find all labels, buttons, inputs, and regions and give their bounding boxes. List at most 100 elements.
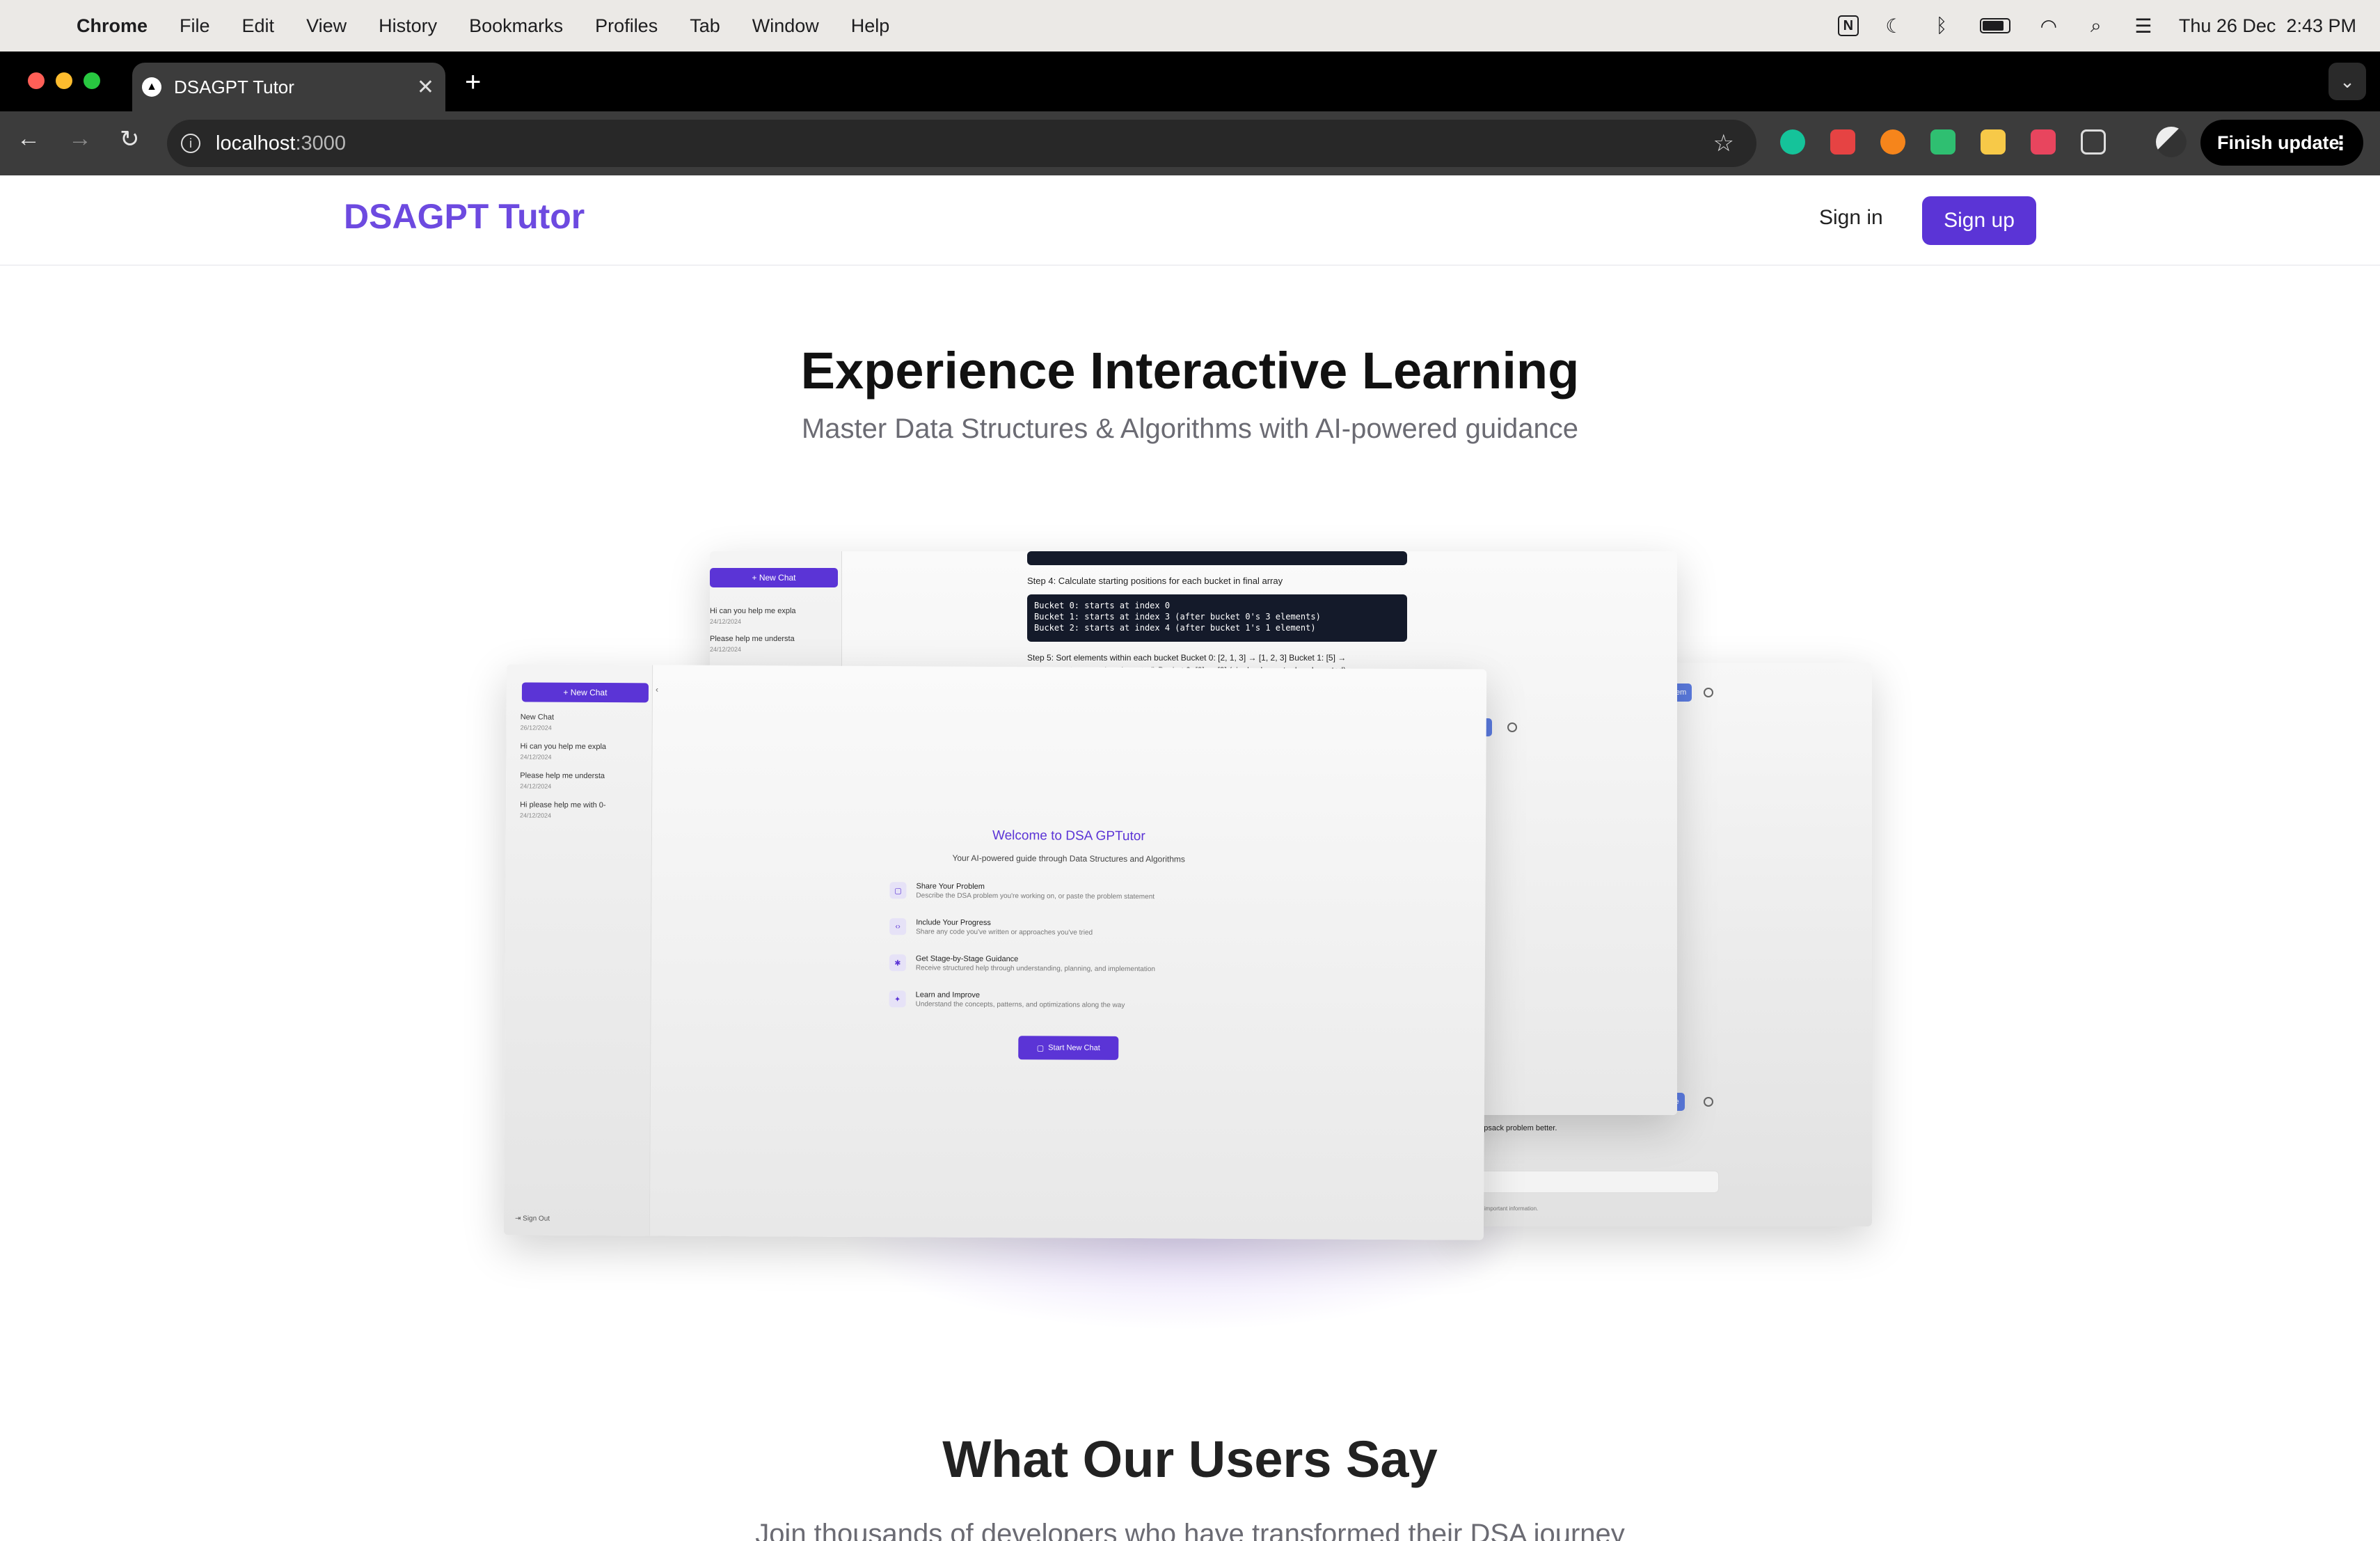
tab-close-icon[interactable]: ✕ <box>417 75 434 100</box>
preview-chat-date: 24/12/2024 <box>710 618 742 625</box>
new-tab-icon[interactable]: + <box>465 67 481 98</box>
preview-sign-out: ⇥ Sign Out <box>514 1215 550 1223</box>
extension-pink-icon[interactable] <box>2031 129 2056 155</box>
code-icon: ‹› <box>889 918 907 935</box>
menu-app-chrome[interactable]: Chrome <box>77 15 148 37</box>
extensions-puzzle-icon[interactable] <box>2081 129 2106 155</box>
more-vert-icon: ⋮ <box>2331 132 2351 154</box>
bluetooth-icon[interactable]: ᛒ <box>1930 14 1953 38</box>
step5-line: Step 5: Sort elements within each bucket… <box>1027 653 1347 663</box>
preview-new-chat-button: + New Chat <box>710 568 838 587</box>
preview-user-icon <box>1704 1097 1713 1107</box>
hero-subtitle: Master Data Structures & Algorithms with… <box>801 413 1579 444</box>
extension-green-icon[interactable] <box>1930 129 1955 155</box>
preview-chat-date: 24/12/2024 <box>520 782 552 790</box>
bookmark-star-icon[interactable]: ☆ <box>1713 129 1734 157</box>
grammarly-extension-icon[interactable] <box>1780 129 1805 155</box>
moon-icon[interactable]: ☾ <box>1882 14 1906 38</box>
preview-chat-date: 24/12/2024 <box>519 812 552 819</box>
testimonials-subtitle: Join thousands of developers who have tr… <box>755 1519 1625 1541</box>
preview-input <box>1475 1171 1719 1193</box>
menu-profiles[interactable]: Profiles <box>595 15 658 37</box>
preview-chat-item: New Chat <box>520 713 555 722</box>
menu-history[interactable]: History <box>379 15 437 37</box>
finish-update-button[interactable]: Finish update ⋮ <box>2200 120 2363 166</box>
window-close-button[interactable] <box>28 72 45 89</box>
finish-update-label: Finish update <box>2217 132 2340 153</box>
address-url[interactable]: localhost:3000 <box>216 132 346 155</box>
tab-search-chevron-icon[interactable]: ⌄ <box>2329 63 2366 100</box>
feature-desc: Describe the DSA problem you're working … <box>916 892 1155 901</box>
preview-chat-item: Please help me understa <box>520 771 605 781</box>
preview-chat-date: 24/12/2024 <box>710 646 742 653</box>
brand-logo[interactable]: DSAGPT Tutor <box>344 196 585 237</box>
window-zoom-button[interactable] <box>84 72 100 89</box>
preview-new-chat-button: + New Chat <box>521 682 649 703</box>
preview-step4-text: Step 4: Calculate starting positions for… <box>1027 576 1283 586</box>
preview-welcome-subtitle: Your AI-powered guide through Data Struc… <box>952 853 1185 864</box>
start-chat-label: Start New Chat <box>1048 1043 1100 1052</box>
menubar-clock[interactable]: Thu 26 Dec 2:43 PM <box>2179 15 2356 37</box>
code-line: Bucket 0: starts at index 0 <box>1034 601 1171 610</box>
tab-title: DSAGPT Tutor <box>174 76 294 97</box>
feature-title: Share Your Problem <box>916 882 985 891</box>
sparkles-icon: ✦ <box>889 990 906 1008</box>
profile-avatar[interactable] <box>2156 127 2187 157</box>
macos-menubar: Chrome File Edit View History Bookmarks … <box>0 0 2380 52</box>
extension-red-icon[interactable] <box>1830 129 1855 155</box>
preview-chat-item: Hi please help me with 0- <box>520 800 606 810</box>
url-host: localhost <box>216 132 296 155</box>
preview-chat-date: 26/12/2024 <box>520 724 552 732</box>
menu-help[interactable]: Help <box>851 15 890 37</box>
preview-footer-note: ing important information. <box>1475 1206 1539 1212</box>
sign-in-link[interactable]: Sign in <box>1819 206 1883 230</box>
metamask-extension-icon[interactable] <box>1880 129 1905 155</box>
address-bar[interactable]: i localhost:3000 ☆ <box>167 120 1756 167</box>
menu-bookmarks[interactable]: Bookmarks <box>469 15 563 37</box>
lightbulb-icon: ✱ <box>889 954 906 972</box>
window-minimize-button[interactable] <box>56 72 72 89</box>
site-header: DSAGPT Tutor Sign in Sign up <box>0 175 2380 266</box>
preview-user-icon <box>1507 722 1517 732</box>
vercel-favicon-icon: ▲ <box>142 77 161 97</box>
menu-view[interactable]: View <box>306 15 347 37</box>
preview-welcome-title: Welcome to DSA GPTutor <box>992 828 1145 844</box>
feature-desc: Understand the concepts, patterns, and o… <box>915 1000 1125 1009</box>
reload-icon[interactable]: ↻ <box>120 125 140 153</box>
feature-title: Learn and Improve <box>915 990 981 999</box>
browser-tab[interactable]: ▲ DSAGPT Tutor ✕ <box>132 63 445 111</box>
hero-title: Experience Interactive Learning <box>800 342 1580 400</box>
spotlight-search-icon[interactable]: ⌕ <box>2084 14 2108 38</box>
feature-title: Get Stage-by-Stage Guidance <box>915 954 1019 964</box>
menu-file[interactable]: File <box>180 15 210 37</box>
feature-title: Include Your Progress <box>916 918 991 927</box>
sign-up-button[interactable]: Sign up <box>1922 196 2036 245</box>
menu-edit[interactable]: Edit <box>242 15 275 37</box>
page-viewport: DSAGPT Tutor Sign in Sign up Experience … <box>0 175 2380 1541</box>
preview-code-top <box>1027 551 1407 565</box>
menu-tab[interactable]: Tab <box>690 15 720 37</box>
message-square-icon: ▢ <box>889 882 907 899</box>
wifi-icon[interactable]: ◠ <box>2037 14 2061 38</box>
preview-start-chat-button: ▢ Start New Chat <box>1018 1036 1119 1060</box>
battery-icon[interactable] <box>1977 14 2013 38</box>
menu-window[interactable]: Window <box>752 15 819 37</box>
sign-out-label: Sign Out <box>523 1215 550 1223</box>
extension-yellow-icon[interactable] <box>1981 129 2006 155</box>
preview-main-panel: Welcome to DSA GPTutor Your AI-powered g… <box>650 665 1486 1240</box>
forward-arrow-icon[interactable]: → <box>68 125 92 152</box>
preview-message: hapsack problem better. <box>1475 1124 1557 1132</box>
preview-chat-item: Hi can you help me expla <box>710 607 796 615</box>
preview-chat-item: Hi can you help me expla <box>520 742 607 752</box>
url-port: :3000 <box>295 132 347 155</box>
preview-code-block: Bucket 0: starts at index 0 Bucket 1: st… <box>1027 594 1407 642</box>
testimonials-title: What Our Users Say <box>942 1430 1438 1488</box>
control-center-icon[interactable]: ☰ <box>2132 14 2155 38</box>
back-arrow-icon[interactable]: ← <box>17 125 40 152</box>
preview-screenshot-front: + New Chat ‹ New Chat 26/12/2024 Hi can … <box>503 664 1487 1240</box>
preview-chat-date: 24/12/2024 <box>520 753 552 761</box>
code-line: Bucket 2: starts at index 4 (after bucke… <box>1034 623 1316 633</box>
feature-desc: Share any code you've written or approac… <box>916 928 1093 937</box>
notion-icon[interactable]: N <box>1837 15 1859 36</box>
site-info-icon[interactable]: i <box>181 134 200 153</box>
